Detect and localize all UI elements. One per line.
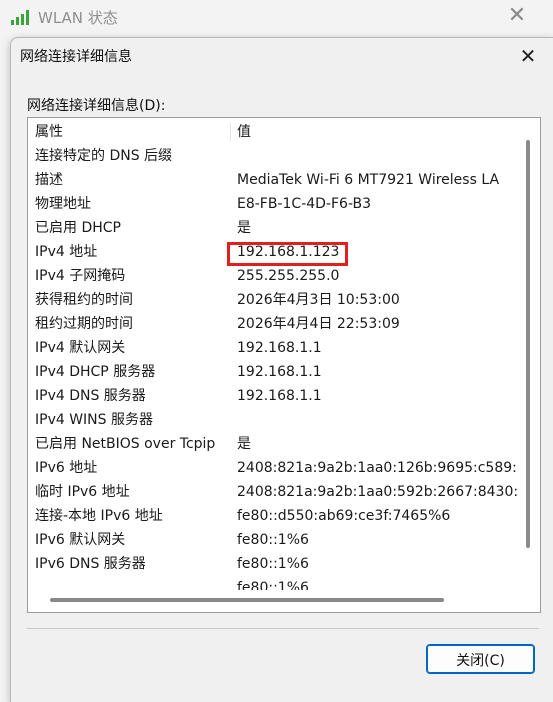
signal-bars-icon: [11, 10, 29, 25]
property-value: 192.168.1.1: [237, 388, 322, 404]
property-value: 2026年4月3日 10:53:00: [237, 292, 400, 308]
list-item[interactable]: 已启用 NetBIOS over Tcpip 是: [28, 432, 518, 456]
details-rows: 属性 值 连接特定的 DNS 后缀 描述 MediaTek Wi-Fi 6 MT79…: [28, 118, 518, 590]
list-item[interactable]: IPv6 地址 2408:821a:9a2b:1aa0:126b:9695:c58…: [28, 456, 518, 480]
scrollbar-corner: [520, 590, 538, 610]
wlan-status-title: WLAN 状态: [38, 9, 118, 27]
property-name: IPv6 DNS 服务器: [35, 556, 146, 572]
list-item[interactable]: 连接-本地 IPv6 地址 fe80::d550:ab69:ce3f:7465%6: [28, 504, 518, 528]
dialog-title: 网络连接详细信息: [20, 49, 132, 65]
wlan-status-titlebar: WLAN 状态 ✕: [0, 0, 553, 34]
property-name: IPv6 地址: [35, 460, 98, 476]
property-name: 已启用 DHCP: [35, 220, 121, 236]
ipv4-address-highlight: [227, 242, 348, 266]
list-item[interactable]: IPv4 DNS 服务器 192.168.1.1: [28, 384, 518, 408]
property-value: fe80::d550:ab69:ce3f:7465%6: [237, 508, 451, 524]
horizontal-scroll-thumb[interactable]: [50, 598, 444, 602]
list-item[interactable]: IPv4 DHCP 服务器 192.168.1.1: [28, 360, 518, 384]
column-divider[interactable]: [230, 123, 231, 141]
property-value: 255.255.255.0: [237, 268, 340, 284]
property-value: 2026年4月4日 22:53:09: [237, 316, 400, 332]
list-item[interactable]: 获得租约的时间 2026年4月3日 10:53:00: [28, 288, 518, 312]
list-item[interactable]: 临时 IPv6 地址 2408:821a:9a2b:1aa0:592b:2667:…: [28, 480, 518, 504]
property-name: 连接特定的 DNS 后缀: [35, 148, 173, 164]
list-item[interactable]: IPv6 默认网关 fe80::1%6: [28, 528, 518, 552]
property-name: 已启用 NetBIOS over Tcpip: [35, 436, 216, 452]
property-name: 物理地址: [35, 196, 91, 212]
list-header[interactable]: 属性 值: [28, 120, 518, 144]
list-item[interactable]: IPv4 子网掩码 255.255.255.0: [28, 264, 518, 288]
property-name: IPv4 WINS 服务器: [35, 412, 153, 428]
property-name: IPv4 地址: [35, 244, 98, 260]
vertical-scroll-thumb[interactable]: [526, 140, 530, 548]
property-value: 192.168.1.1: [237, 364, 322, 380]
property-name: 临时 IPv6 地址: [35, 484, 130, 500]
list-item[interactable]: IPv4 WINS 服务器: [28, 408, 518, 432]
property-value: 是: [237, 436, 251, 452]
list-item[interactable]: IPv4 默认网关 192.168.1.1: [28, 336, 518, 360]
horizontal-scrollbar[interactable]: [28, 590, 520, 610]
close-button[interactable]: 关闭(C): [426, 644, 535, 674]
property-value: E8-FB-1C-4D-F6-B3: [237, 196, 372, 212]
column-header-value[interactable]: 值: [237, 120, 251, 144]
property-name: 描述: [35, 172, 63, 188]
list-item[interactable]: 物理地址 E8-FB-1C-4D-F6-B3: [28, 192, 518, 216]
dialog-titlebar: 网络连接详细信息 ✕: [11, 38, 553, 74]
list-item[interactable]: 描述 MediaTek Wi-Fi 6 MT7921 Wireless LA: [28, 168, 518, 192]
property-name: 获得租约的时间: [35, 292, 133, 308]
details-list-label: 网络连接详细信息(D):: [27, 98, 166, 114]
list-item[interactable]: 连接特定的 DNS 后缀: [28, 144, 518, 168]
list-item[interactable]: 租约过期的时间 2026年4月4日 22:53:09: [28, 312, 518, 336]
property-value: fe80::1%6: [237, 580, 309, 590]
property-value: fe80::1%6: [237, 556, 309, 572]
divider: [27, 628, 539, 629]
list-item[interactable]: IPv6 DNS 服务器 fe80::1%6: [28, 552, 518, 576]
property-value: fe80::1%6: [237, 532, 309, 548]
property-value: MediaTek Wi-Fi 6 MT7921 Wireless LA: [237, 172, 500, 188]
close-icon[interactable]: ✕: [514, 42, 542, 70]
property-name: IPv4 DHCP 服务器: [35, 364, 156, 380]
property-value: 2408:821a:9a2b:1aa0:126b:9695:c589:: [237, 460, 517, 476]
details-listview[interactable]: 属性 值 连接特定的 DNS 后缀 描述 MediaTek Wi-Fi 6 MT79…: [27, 117, 541, 613]
property-value: 2408:821a:9a2b:1aa0:592b:2667:8430:: [237, 484, 518, 500]
list-item[interactable]: 已启用 DHCP 是: [28, 216, 518, 240]
property-value: 是: [237, 220, 251, 236]
property-value: 192.168.1.1: [237, 340, 322, 356]
property-name: IPv4 默认网关: [35, 340, 126, 356]
vertical-scrollbar[interactable]: [520, 118, 538, 590]
property-name: IPv6 默认网关: [35, 532, 126, 548]
close-icon[interactable]: ✕: [505, 4, 529, 28]
network-details-dialog: 网络连接详细信息 ✕ 网络连接详细信息(D): 属性 值 连接特定的 DNS 后…: [10, 37, 553, 702]
list-item[interactable]: fe80::1%6: [28, 576, 518, 590]
property-name: 连接-本地 IPv6 地址: [35, 508, 163, 524]
property-name: IPv4 DNS 服务器: [35, 388, 146, 404]
property-name: 租约过期的时间: [35, 316, 133, 332]
property-name: IPv4 子网掩码: [35, 268, 126, 284]
column-header-property[interactable]: 属性: [35, 120, 63, 144]
